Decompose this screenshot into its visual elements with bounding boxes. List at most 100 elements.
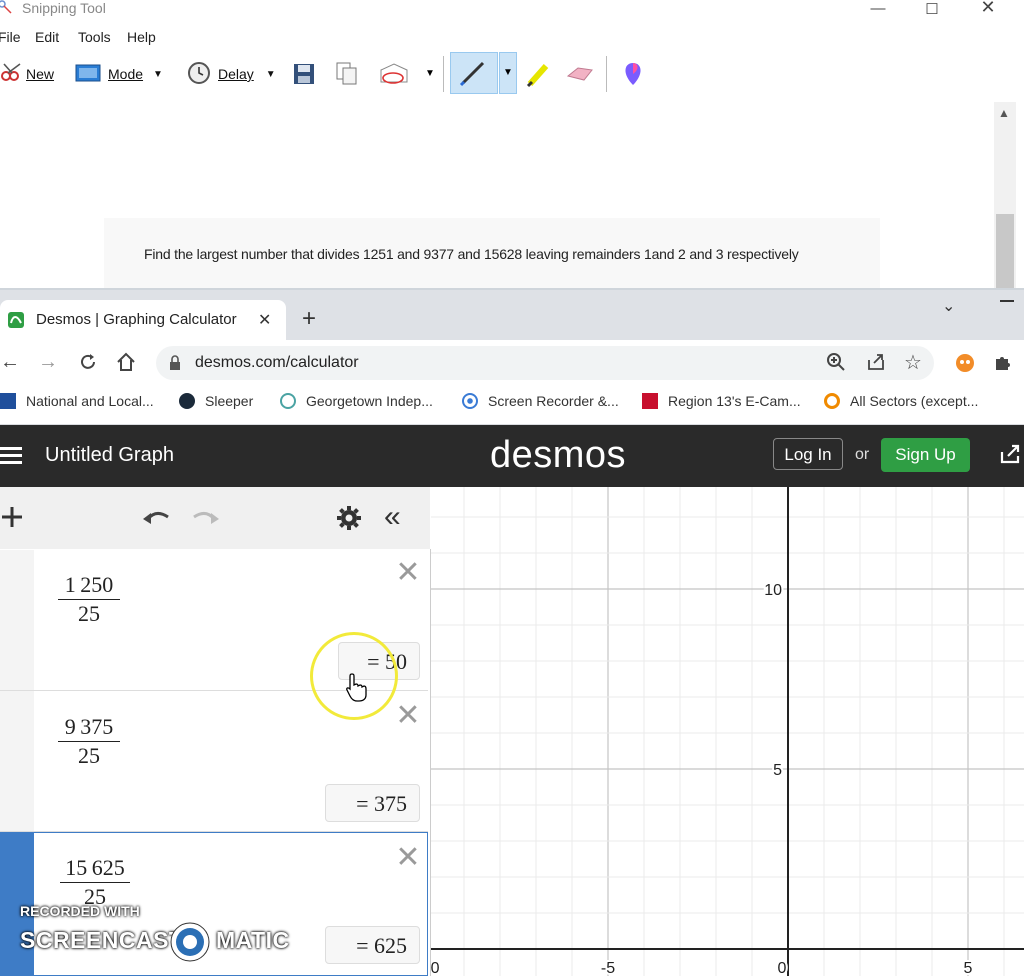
bookmark-label: Sleeper <box>205 393 254 409</box>
collapse-panel-icon[interactable]: « <box>384 500 401 534</box>
scrollbar-thumb[interactable] <box>996 214 1014 290</box>
circle-icon <box>824 393 840 409</box>
region13-icon <box>642 393 658 409</box>
x-tick-label: 5 <box>964 960 973 976</box>
x-tick-label: -5 <box>601 960 615 976</box>
expression-gutter[interactable] <box>0 691 34 831</box>
url-text[interactable]: desmos.com/calculator <box>195 354 359 372</box>
tab-close-icon[interactable]: ✕ <box>258 310 271 330</box>
desmos-logo: desmos <box>490 434 627 476</box>
settings-gear-icon[interactable] <box>336 505 362 536</box>
delete-expression-icon[interactable]: ✕ <box>394 701 422 731</box>
sleeper-icon <box>179 393 195 409</box>
minimize-icon[interactable] <box>1000 300 1014 302</box>
snipping-tool-window: Snipping Tool — ☐ ✕ File Edit Tools Help… <box>0 0 1024 290</box>
expression-gutter[interactable] <box>0 550 34 690</box>
graph-title[interactable]: Untitled Graph <box>45 444 174 467</box>
evaluation-result: = 375 <box>325 784 420 822</box>
graph-paper[interactable]: -10 -5 0 5 10 5 <box>431 487 1024 976</box>
mode-label: Mode <box>108 66 144 82</box>
mode-icon <box>74 62 102 87</box>
menu-edit[interactable]: Edit <box>35 29 59 45</box>
tab-search-chevron-icon[interactable]: ⌄ <box>942 296 955 316</box>
delay-dropdown-icon[interactable]: ▼ <box>266 69 276 80</box>
numerator: 9 375 <box>58 714 120 742</box>
paint3d-icon[interactable] <box>620 60 646 93</box>
evaluation-result: = 625 <box>325 926 420 964</box>
weather-channel-icon <box>0 393 16 409</box>
hand-cursor-icon <box>345 672 369 707</box>
bookmark-label: National and Local... <box>26 393 154 409</box>
new-snip-button[interactable]: New <box>0 62 54 86</box>
share-graph-icon[interactable] <box>998 442 1022 471</box>
menu-file[interactable]: File <box>0 29 21 45</box>
y-tick-label: 5 <box>773 762 782 779</box>
menu-tools[interactable]: Tools <box>78 29 111 45</box>
x-tick-label: -10 <box>431 960 440 976</box>
zoom-icon[interactable] <box>826 352 846 377</box>
bookmark-item[interactable]: Sleeper <box>179 393 253 409</box>
redo-icon[interactable] <box>190 505 222 534</box>
new-tab-icon[interactable]: + <box>302 305 316 333</box>
highlighter-icon[interactable] <box>524 60 552 93</box>
delay-button[interactable]: Delay ▼ <box>186 61 276 88</box>
delete-expression-icon[interactable]: ✕ <box>394 843 422 873</box>
delete-expression-icon[interactable]: ✕ <box>394 558 422 588</box>
watermark-top: RECORDED WITH <box>20 903 140 919</box>
bookmark-star-icon[interactable]: ☆ <box>904 350 922 375</box>
signup-button[interactable]: Sign Up <box>881 438 970 472</box>
save-icon[interactable] <box>292 62 316 91</box>
eraser-icon[interactable] <box>564 62 596 91</box>
or-label: or <box>855 446 870 463</box>
bookmark-item[interactable]: Screen Recorder &... <box>462 393 619 409</box>
hamburger-menu-icon[interactable] <box>0 445 24 472</box>
window-title: Snipping Tool <box>22 0 106 16</box>
pen-dropdown-icon[interactable]: ▼ <box>499 52 517 94</box>
send-snip-icon[interactable] <box>378 60 410 93</box>
maximize-button[interactable]: ☐ <box>912 0 952 18</box>
send-dropdown-icon[interactable]: ▼ <box>425 68 435 79</box>
extensions-puzzle-icon[interactable] <box>993 352 1013 377</box>
pen-button[interactable] <box>450 52 498 94</box>
lock-icon[interactable] <box>168 355 182 376</box>
bookmark-label: Screen Recorder &... <box>488 393 619 409</box>
back-icon[interactable]: ← <box>0 351 20 374</box>
extension-fox-icon[interactable] <box>954 352 976 379</box>
watermark-brand-left: SCREENCAST <box>20 927 184 953</box>
denominator: 25 <box>78 743 100 768</box>
login-button[interactable]: Log In <box>773 438 843 470</box>
home-icon[interactable] <box>115 351 137 378</box>
scroll-up-icon[interactable]: ▲ <box>998 106 1010 120</box>
bookmark-item[interactable]: All Sectors (except... <box>824 393 978 409</box>
scissors-icon <box>0 0 12 19</box>
numerator: 1 250 <box>58 572 120 600</box>
undo-icon[interactable] <box>140 505 172 534</box>
screencast-logo-icon <box>168 920 212 969</box>
delay-label: Delay <box>218 66 254 82</box>
watermark-brand-right: MATIC <box>216 927 290 953</box>
minimize-button[interactable]: — <box>858 0 898 17</box>
y-tick-label: 10 <box>764 582 782 599</box>
fraction: 1 250 25 <box>58 572 120 627</box>
menu-help[interactable]: Help <box>127 29 156 45</box>
screen-recorder-icon <box>462 393 478 409</box>
close-button[interactable]: ✕ <box>968 0 1008 17</box>
mode-dropdown-icon[interactable]: ▼ <box>153 69 163 80</box>
denominator: 25 <box>78 601 100 626</box>
share-icon[interactable] <box>866 352 886 377</box>
bookmark-item[interactable]: National and Local... <box>0 393 154 409</box>
new-snip-icon <box>0 62 24 87</box>
desmos-favicon-icon <box>7 311 25 334</box>
bookmark-label: Region 13's E-Cam... <box>668 393 801 409</box>
new-label: New <box>26 66 55 82</box>
forward-icon[interactable]: → <box>38 351 58 374</box>
bookmark-label: All Sectors (except... <box>850 393 979 409</box>
bookmark-item[interactable]: Georgetown Indep... <box>280 393 433 409</box>
toolbar-divider <box>606 56 607 92</box>
clock-icon <box>186 61 212 88</box>
bookmark-item[interactable]: Region 13's E-Cam... <box>642 393 801 409</box>
add-expression-icon[interactable] <box>0 505 24 534</box>
copy-icon[interactable] <box>335 61 359 92</box>
mode-button[interactable]: Mode ▼ <box>74 62 163 86</box>
reload-icon[interactable] <box>78 352 98 377</box>
